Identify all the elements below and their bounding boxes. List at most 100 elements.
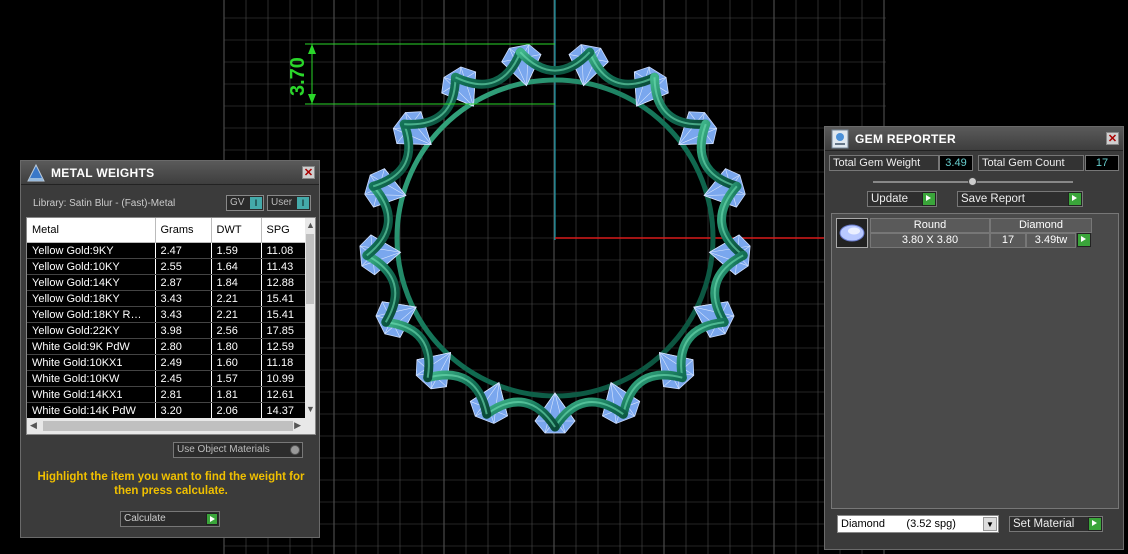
play-icon[interactable] [1077, 233, 1091, 247]
metal-weights-panel: METAL WEIGHTS ✕ Library: Satin Blur - (F… [20, 160, 320, 538]
gem-count-cell[interactable]: 17 [990, 233, 1026, 248]
play-icon[interactable] [1068, 192, 1082, 206]
table-cell: Yellow Gold:22KY [27, 322, 156, 339]
table-cell: 15.41 [261, 290, 308, 307]
calculate-button[interactable]: Calculate [120, 511, 220, 527]
use-object-materials-option[interactable]: Use Object Materials [173, 442, 303, 458]
slider-handle[interactable] [968, 177, 977, 186]
update-button[interactable]: Update [867, 191, 937, 207]
column-header[interactable]: Metal [27, 218, 156, 243]
report-icon [831, 129, 849, 149]
table-row[interactable]: White Gold:14KX1 2.81 1.81 12.61 [27, 386, 308, 403]
table-cell: 3.43 [155, 306, 212, 323]
library-label: Library: Satin Blur - (Fast)-Metal [33, 198, 176, 209]
table-cell: 2.55 [155, 258, 212, 275]
table-cell: 2.47 [155, 242, 212, 259]
table-cell: Yellow Gold:14KY [27, 274, 156, 291]
play-icon[interactable] [1088, 517, 1102, 531]
metal-weights-title: METAL WEIGHTS [51, 166, 155, 180]
gem-reporter-panel: GEM REPORTER ✕ Total Gem Weight 3.49 Tot… [824, 126, 1124, 550]
table-cell: Yellow Gold:10KY [27, 258, 156, 275]
table-cell: 2.49 [155, 354, 212, 371]
table-cell: 1.59 [211, 242, 262, 259]
table-cell: 2.21 [211, 306, 262, 323]
table-cell: 12.59 [261, 338, 308, 355]
table-row[interactable]: Yellow Gold:18KY R… 3.43 2.21 15.41 [27, 306, 308, 323]
material-select[interactable]: Diamond (3.52 spg) ▼ [837, 515, 999, 533]
instruction-text: Highlight the item you want to find the … [37, 471, 305, 497]
material-select-value: Diamond (3.52 spg) [841, 518, 956, 530]
table-row[interactable]: White Gold:10KX1 2.49 1.60 11.18 [27, 354, 308, 371]
table-row[interactable]: Yellow Gold:9KY 2.47 1.59 11.08 [27, 242, 308, 259]
table-cell: 2.45 [155, 370, 212, 387]
table-cell: 17.85 [261, 322, 308, 339]
close-icon[interactable]: ✕ [1106, 132, 1119, 145]
gem-list[interactable]: Round Diamond 3.80 X 3.80 17 3.49tw [831, 213, 1119, 509]
set-material-button[interactable]: Set Material [1009, 516, 1103, 532]
table-cell: 2.81 [155, 386, 212, 403]
chevron-down-icon[interactable]: ▼ [983, 517, 997, 531]
table-row[interactable]: Yellow Gold:14KY 2.87 1.84 12.88 [27, 274, 308, 291]
gem-reporter-title: GEM REPORTER [855, 132, 956, 146]
gem-row-action[interactable] [1076, 233, 1092, 248]
metal-weights-titlebar[interactable]: METAL WEIGHTS ✕ [21, 161, 319, 185]
table-cell: 1.64 [211, 258, 262, 275]
table-cell: 2.87 [155, 274, 212, 291]
gem-reporter-titlebar[interactable]: GEM REPORTER ✕ [825, 127, 1123, 151]
save-report-label: Save Report [961, 193, 1025, 205]
table-cell: 11.43 [261, 258, 308, 275]
play-icon[interactable] [206, 513, 218, 525]
table-cell: White Gold:14KX1 [27, 386, 156, 403]
gem-stone[interactable] [645, 339, 702, 396]
report-slider[interactable] [873, 177, 1073, 186]
gem-stone[interactable] [409, 339, 466, 396]
table-cell: 15.41 [261, 306, 308, 323]
use-object-materials-label: Use Object Materials [177, 444, 270, 455]
total-gem-count-value: 17 [1085, 155, 1119, 171]
radio-icon[interactable] [290, 445, 300, 455]
gem-thumbnail[interactable] [836, 218, 868, 248]
table-cell: 2.06 [211, 402, 262, 419]
column-header[interactable]: Grams [155, 218, 212, 243]
horizontal-scrollbar[interactable]: ◀ ▶ [27, 418, 315, 434]
gem-size-cell[interactable]: 3.80 X 3.80 [870, 233, 990, 248]
table-cell: 10.99 [261, 370, 308, 387]
gem-shape-cell[interactable]: Round [870, 218, 990, 233]
table-row[interactable]: Yellow Gold:10KY 2.55 1.64 11.43 [27, 258, 308, 275]
table-cell: 11.08 [261, 242, 308, 259]
table-cell: 1.81 [211, 386, 262, 403]
gv-toggle-label: GV [230, 197, 245, 208]
gem-weight-cell[interactable]: 3.49tw [1026, 233, 1076, 248]
gv-toggle[interactable]: GV I [226, 195, 264, 211]
calculate-label: Calculate [124, 513, 166, 524]
table-row[interactable]: White Gold:10KW 2.45 1.57 10.99 [27, 370, 308, 387]
table-row[interactable]: White Gold:9K PdW 2.80 1.80 12.59 [27, 338, 308, 355]
table-row[interactable]: Yellow Gold:18KY 3.43 2.21 15.41 [27, 290, 308, 307]
table-row[interactable]: Yellow Gold:22KY 3.98 2.56 17.85 [27, 322, 308, 339]
update-label: Update [871, 193, 909, 205]
gem-material-cell[interactable]: Diamond [990, 218, 1092, 233]
table-cell: Yellow Gold:18KY R… [27, 306, 156, 323]
table-cell: White Gold:10KW [27, 370, 156, 387]
column-header[interactable]: DWT [211, 218, 262, 243]
user-toggle[interactable]: User I [267, 195, 311, 211]
save-report-button[interactable]: Save Report [957, 191, 1083, 207]
column-header[interactable]: SPG [261, 218, 308, 243]
close-icon[interactable]: ✕ [302, 166, 315, 179]
vertical-scrollbar[interactable]: ▲ ▼ [305, 218, 315, 418]
table-cell: 11.18 [261, 354, 308, 371]
metal-table[interactable]: Metal Grams DWT SPG Yellow Gold:9KY 2.47 1… [26, 217, 316, 435]
table-cell: 3.98 [155, 322, 212, 339]
dimension-value: 3.70 [287, 57, 309, 96]
table-cell: 2.21 [211, 290, 262, 307]
table-cell: Yellow Gold:18KY [27, 290, 156, 307]
gem-icon [839, 224, 865, 242]
play-icon[interactable] [922, 192, 936, 206]
table-cell: White Gold:14K PdW [27, 402, 156, 419]
table-row[interactable]: White Gold:14K PdW 3.20 2.06 14.37 [27, 402, 308, 419]
table-cell: 1.84 [211, 274, 262, 291]
table-cell: 3.43 [155, 290, 212, 307]
table-cell: 1.57 [211, 370, 262, 387]
table-cell: 1.80 [211, 338, 262, 355]
table-cell: White Gold:9K PdW [27, 338, 156, 355]
